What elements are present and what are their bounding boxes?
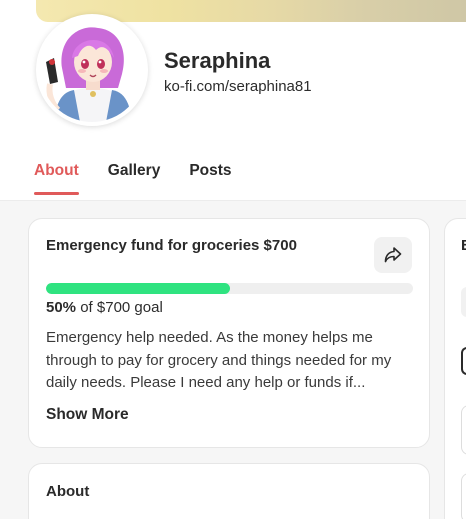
profile-header: Seraphina ko-fi.com/seraphina81 About Ga… [0, 0, 466, 201]
side-panel-avatar [461, 287, 466, 317]
about-card: About [28, 463, 430, 519]
side-panel-card: B [444, 218, 466, 519]
about-title: About [46, 483, 90, 500]
goal-card: Emergency fund for groceries $700 50% of… [28, 218, 430, 448]
profile-link[interactable]: ko-fi.com/seraphina81 [164, 78, 312, 95]
side-panel-input[interactable] [461, 347, 466, 375]
goal-title: Emergency fund for groceries $700 [46, 237, 297, 254]
goal-progress-bar [46, 283, 413, 294]
tab-gallery[interactable]: Gallery [108, 162, 161, 194]
share-button[interactable] [374, 237, 412, 273]
side-panel-heading: B [461, 237, 466, 254]
goal-progress-fill [46, 283, 230, 294]
profile-tabs: About Gallery Posts [34, 162, 261, 195]
side-panel-option[interactable] [461, 405, 466, 455]
avatar[interactable] [36, 14, 148, 126]
goal-target: of $700 goal [80, 299, 163, 316]
show-more-button[interactable]: Show More [46, 406, 129, 424]
avatar-illustration [40, 18, 144, 122]
side-panel-option[interactable] [461, 473, 466, 519]
goal-description: Emergency help needed. As the money help… [46, 329, 392, 391]
share-arrow-icon [384, 247, 402, 263]
goal-percent: 50% [46, 299, 77, 316]
profile-name: Seraphina [164, 48, 271, 73]
goal-progress-text: 50% of $700 goal [46, 299, 163, 316]
tab-about[interactable]: About [34, 162, 79, 195]
tab-posts[interactable]: Posts [189, 162, 231, 194]
